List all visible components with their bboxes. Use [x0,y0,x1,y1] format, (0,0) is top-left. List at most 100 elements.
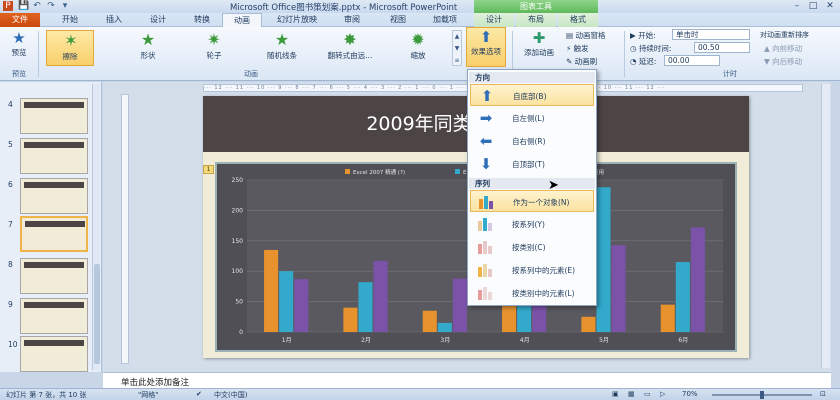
direction-from-bottom[interactable]: ⬆ 自底部(B) [470,84,594,106]
customize-qat-icon[interactable]: ▾ [60,1,70,11]
slide-number: 7 [8,220,13,229]
chart-category-element-icon [475,284,497,302]
slide-thumbnail-5[interactable] [20,138,88,174]
star-icon: ✷ [207,30,221,49]
animation-shape[interactable]: ★ 形状 [124,30,172,66]
animation-zoom[interactable]: ✹ 缩放 [394,30,442,66]
reorder-title: 对动画重新排序 [760,31,809,39]
add-animation-icon: ✚ [532,29,546,47]
undo-icon[interactable]: ↶ [32,1,42,11]
direction-from-left[interactable]: ➡ 自左侧(L) [470,107,594,129]
proofing-icon[interactable]: ✔ [196,390,202,398]
animation-order-tag[interactable]: 1 [203,165,214,174]
start-select[interactable]: 单击时 [672,29,750,40]
chart-tools-context-title: 图表工具 [474,0,598,13]
animation-gallery-scroll[interactable]: ▲ ▼ ≡ [452,30,462,66]
slide-thumbnail-10[interactable] [20,336,88,372]
tab-chart-layout[interactable]: 布局 [516,13,556,27]
animation-label: 擦除 [62,52,78,61]
maximize-button[interactable]: □ [806,1,820,11]
start-select-value: 单击时 [676,30,699,39]
language-status[interactable]: 中文(中国) [214,390,247,400]
animation-wipe[interactable]: ✶ 擦除 [46,30,94,66]
sequence-as-one-object[interactable]: 作为一个对象(N) [470,190,594,212]
tab-transitions[interactable]: 转换 [184,13,220,27]
tab-file[interactable]: 文件 [0,13,40,27]
thumbnail-title-bar [24,302,84,308]
zoom-level[interactable]: 70% [682,390,698,398]
slideshow-view-icon[interactable]: ▷ [660,390,665,398]
animation-pane-button[interactable]: ▤ 动画窗格 [566,30,605,41]
title-bar: P 💾 ↶ ↷ ▾ Microsoft Office图书策划案.pptx - M… [0,0,840,13]
tab-design[interactable]: 设计 [140,13,176,27]
tab-addins[interactable]: 加载项 [422,13,468,27]
menu-item-label: 按系列(Y) [512,220,545,229]
direction-from-top[interactable]: ⬇ 自顶部(T) [470,153,594,175]
start-label-text: 开始: [638,31,656,40]
tab-animations[interactable]: 动画 [222,13,262,28]
slide-thumbnail-9[interactable] [20,298,88,334]
arrow-left-icon: ⬅ [479,132,493,150]
chart-bar [502,302,517,332]
slide-thumbnail-6[interactable] [20,178,88,214]
delay-icon: ◔ [630,57,639,66]
menu-item-label: 按类别(C) [512,243,546,252]
trigger-button[interactable]: ⚡ 触发 [566,43,589,54]
menu-item-label: 作为一个对象(N) [513,198,570,207]
tab-slideshow[interactable]: 幻灯片放映 [266,13,328,27]
reading-view-icon[interactable]: ▭ [644,390,651,398]
save-icon[interactable]: 💾 [18,1,29,11]
sequence-by-series[interactable]: 按系列(Y) [470,213,594,235]
slide-thumbnail-7[interactable] [20,216,88,252]
slide-sorter-icon[interactable]: ▦ [628,390,635,398]
app-icon[interactable]: P [3,1,13,11]
delay-value: 00.00 [668,56,690,65]
move-earlier-button[interactable]: ▲ 向前移动 [764,43,802,54]
sequence-by-element-in-series[interactable]: 按系列中的元素(E) [470,259,594,281]
notes-pane[interactable]: 单击此处添加备注 [103,372,831,388]
minimize-button[interactable]: – [790,1,804,11]
sequence-by-element-in-category[interactable]: 按类别中的元素(L) [470,282,594,304]
fit-slide-icon[interactable]: ⊡ [820,390,826,398]
slides-pane: 4 5 6 7 8 9 10 [0,82,102,372]
duration-label-text: 持续时间: [638,44,672,53]
tab-insert[interactable]: 插入 [96,13,132,27]
chart-bar [660,304,675,332]
group-label-timing: 计时 [723,70,737,78]
animation-painter-button[interactable]: ✎ 动画刷 [566,56,597,67]
tab-chart-format[interactable]: 格式 [558,13,598,27]
group-label-preview: 预览 [12,70,26,78]
move-later-button[interactable]: ▼ 向后移动 [764,56,802,67]
y-tick-label: 200 [232,207,244,214]
menu-item-label: 按系列中的元素(E) [512,266,576,275]
x-tick-label: 3月 [440,337,450,344]
scrollbar-thumb[interactable] [94,264,100,364]
effect-options-button[interactable]: ⬆ 效果选项 [466,27,506,67]
tab-home[interactable]: 开始 [52,13,88,27]
sequence-by-category[interactable]: 按类别(C) [470,236,594,258]
move-earlier-icon: ▲ [764,44,773,53]
tab-review[interactable]: 审阅 [334,13,370,27]
slide-thumbnail-8[interactable] [20,258,88,294]
normal-view-icon[interactable]: ▣ [612,390,619,398]
slide-thumbnail-4[interactable] [20,98,88,134]
animation-wheel[interactable]: ✷ 轮子 [190,30,238,66]
animation-grow-turn[interactable]: ✸ 翻转式由远... [318,30,382,66]
group-label-animation: 动画 [244,70,258,78]
zoom-slider-thumb[interactable] [760,391,764,399]
tab-view[interactable]: 视图 [380,13,416,27]
delay-input[interactable]: 00.00 [664,55,720,66]
animation-random-bars[interactable]: ★ 随机线条 [258,30,306,66]
duration-input[interactable]: 00.50 [694,42,750,53]
redo-icon[interactable]: ↷ [46,1,56,11]
notes-placeholder: 单击此处添加备注 [121,378,190,388]
arrow-up-icon: ⬆ [479,28,493,46]
slides-pane-scrollbar[interactable] [92,84,100,370]
preview-button[interactable]: ★ 预览 [4,29,34,58]
tab-chart-design[interactable]: 设计 [474,13,514,27]
star-icon: ✶ [64,31,78,50]
direction-from-right[interactable]: ⬅ 自右侧(R) [470,130,594,152]
close-button[interactable]: ✕ [823,1,837,11]
slide-scrollbar[interactable] [821,84,830,368]
add-animation-button[interactable]: ✚ 添加动画 [518,29,560,58]
